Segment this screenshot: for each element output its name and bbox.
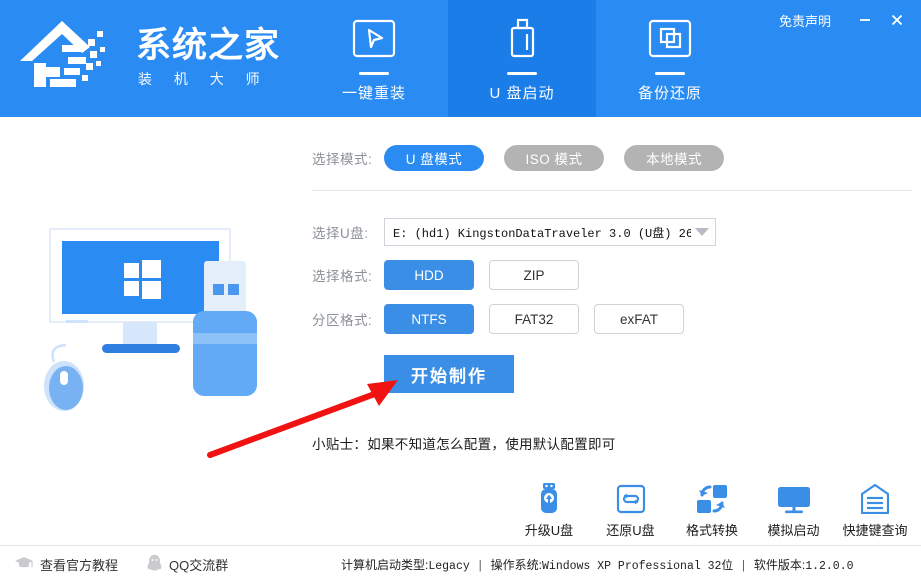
graduation-cap-icon — [14, 555, 34, 574]
usb-boot-form: 选择模式: U 盘模式 ISO 模式 本地模式 选择U盘: E: (hd1) K… — [312, 125, 912, 453]
format-option-zip[interactable]: ZIP — [489, 260, 579, 290]
status-link-tutorial[interactable]: 查看官方教程 — [14, 555, 118, 574]
boot-type-value: Legacy — [428, 559, 470, 573]
format-label: 选择格式: — [312, 269, 373, 284]
tool-label: 还原U盘 — [606, 523, 655, 538]
monitor-simulate-icon — [777, 482, 811, 514]
minimize-icon — [860, 19, 870, 21]
tool-label: 模拟启动 — [767, 523, 820, 538]
nav-underline — [655, 71, 685, 75]
mode-option-iso[interactable]: ISO 模式 — [504, 145, 604, 171]
tool-format-convert[interactable]: 格式转换 — [675, 482, 749, 539]
nav-label: U 盘启动 — [489, 84, 555, 102]
info-separator-2: | — [739, 559, 747, 573]
boot-type-label: 计算机启动类型: — [341, 557, 429, 572]
status-bar: 查看官方教程 QQ交流群 计算机启动类型:Legacy | 操作系统:Windows… — [0, 545, 921, 582]
nav-label: 一键重装 — [341, 84, 406, 102]
tip-text: 小贴士：如果不知道怎么配置，使用默认配置即可 — [312, 437, 616, 452]
mode-label: 选择模式: — [312, 152, 373, 167]
partition-option-fat32[interactable]: FAT32 — [489, 304, 579, 334]
partition-row: 分区格式: NTFS FAT32 exFAT — [312, 304, 912, 334]
usb-select-row: 选择U盘: E: (hd1) KingstonDataTraveler 3.0 … — [312, 218, 912, 246]
usb-select-dropdown[interactable]: E: (hd1) KingstonDataTraveler 3.0 (U盘) 2… — [384, 218, 716, 246]
tool-upgrade-usb[interactable]: 升级U盘 — [512, 482, 586, 539]
chevron-down-icon — [695, 228, 709, 236]
copy-windows-icon — [645, 15, 695, 67]
partition-option-ntfs[interactable]: NTFS — [384, 304, 474, 334]
start-make-button[interactable]: 开始制作 — [384, 355, 514, 393]
restore-loop-icon — [616, 482, 646, 514]
nav-underline — [359, 71, 389, 75]
version-value: 1.2.0.0 — [805, 559, 854, 573]
app-window: 系统之家 装 机 大 师 一键重装 U 盘启动 备份还原 免责声明 选择模式: … — [0, 0, 921, 582]
app-header: 系统之家 装 机 大 师 一键重装 U 盘启动 备份还原 免责声明 — [0, 0, 921, 117]
format-convert-icon — [696, 482, 728, 514]
main-nav: 一键重装 U 盘启动 备份还原 — [300, 0, 744, 117]
house-pixel-logo-icon — [16, 17, 126, 100]
monitor-cursor-icon — [349, 15, 399, 67]
os-label: 操作系统: — [490, 557, 543, 572]
usb-select-label: 选择U盘: — [312, 226, 369, 241]
section-divider — [312, 190, 912, 191]
nav-item-usb-boot[interactable]: U 盘启动 — [448, 0, 596, 117]
info-separator-1: | — [476, 559, 484, 573]
tools-bar: 升级U盘 还原U盘 格式转换 模拟启动 快捷键查询 — [512, 482, 912, 539]
status-link-qq-group[interactable]: QQ交流群 — [146, 554, 228, 575]
usb-upgrade-icon — [536, 482, 562, 514]
close-button[interactable] — [881, 5, 913, 35]
start-button-wrap: 开始制作 — [312, 355, 912, 393]
minimize-button[interactable] — [849, 5, 881, 35]
nav-label: 备份还原 — [637, 84, 702, 102]
tool-restore-usb[interactable]: 还原U盘 — [594, 482, 668, 539]
disclaimer-link[interactable]: 免责声明 — [779, 11, 831, 30]
usb-drive-icon — [497, 15, 547, 67]
mode-option-usb[interactable]: U 盘模式 — [384, 145, 484, 171]
status-link-label: QQ交流群 — [169, 557, 229, 573]
version-label: 软件版本: — [753, 557, 806, 572]
window-controls: 免责声明 — [779, 0, 921, 40]
close-icon — [891, 14, 903, 26]
pc-usb-mouse-illustration — [26, 216, 316, 416]
tool-simulate-boot[interactable]: 模拟启动 — [757, 482, 831, 539]
logo-subtitle: 装 机 大 师 — [138, 71, 269, 88]
app-logo: 系统之家 装 机 大 师 — [0, 0, 300, 117]
format-option-hdd[interactable]: HDD — [384, 260, 474, 290]
logo-title: 系统之家 — [136, 25, 281, 65]
mode-option-local[interactable]: 本地模式 — [624, 145, 724, 171]
nav-item-one-key-reinstall[interactable]: 一键重装 — [300, 0, 448, 117]
qq-penguin-icon — [146, 554, 163, 575]
tool-label: 快捷键查询 — [842, 523, 908, 538]
status-link-label: 查看官方教程 — [40, 557, 119, 573]
partition-option-exfat[interactable]: exFAT — [594, 304, 684, 334]
partition-label: 分区格式: — [312, 313, 373, 328]
tool-label: 升级U盘 — [524, 523, 574, 538]
system-info-text: 计算机启动类型:Legacy | 操作系统:Windows XP Professio… — [341, 556, 854, 573]
format-row: 选择格式: HDD ZIP — [312, 260, 912, 290]
nav-item-backup-restore[interactable]: 备份还原 — [596, 0, 744, 117]
mode-row: 选择模式: U 盘模式 ISO 模式 本地模式 — [312, 145, 912, 171]
usb-select-value: E: (hd1) KingstonDataTraveler 3.0 (U盘) 2… — [393, 226, 691, 241]
tool-label: 格式转换 — [685, 523, 738, 538]
tool-hotkey-lookup[interactable]: 快捷键查询 — [838, 482, 912, 539]
hotkey-lookup-icon — [861, 482, 889, 514]
os-value: Windows XP Professional 32位 — [542, 559, 733, 573]
nav-underline — [507, 71, 537, 75]
